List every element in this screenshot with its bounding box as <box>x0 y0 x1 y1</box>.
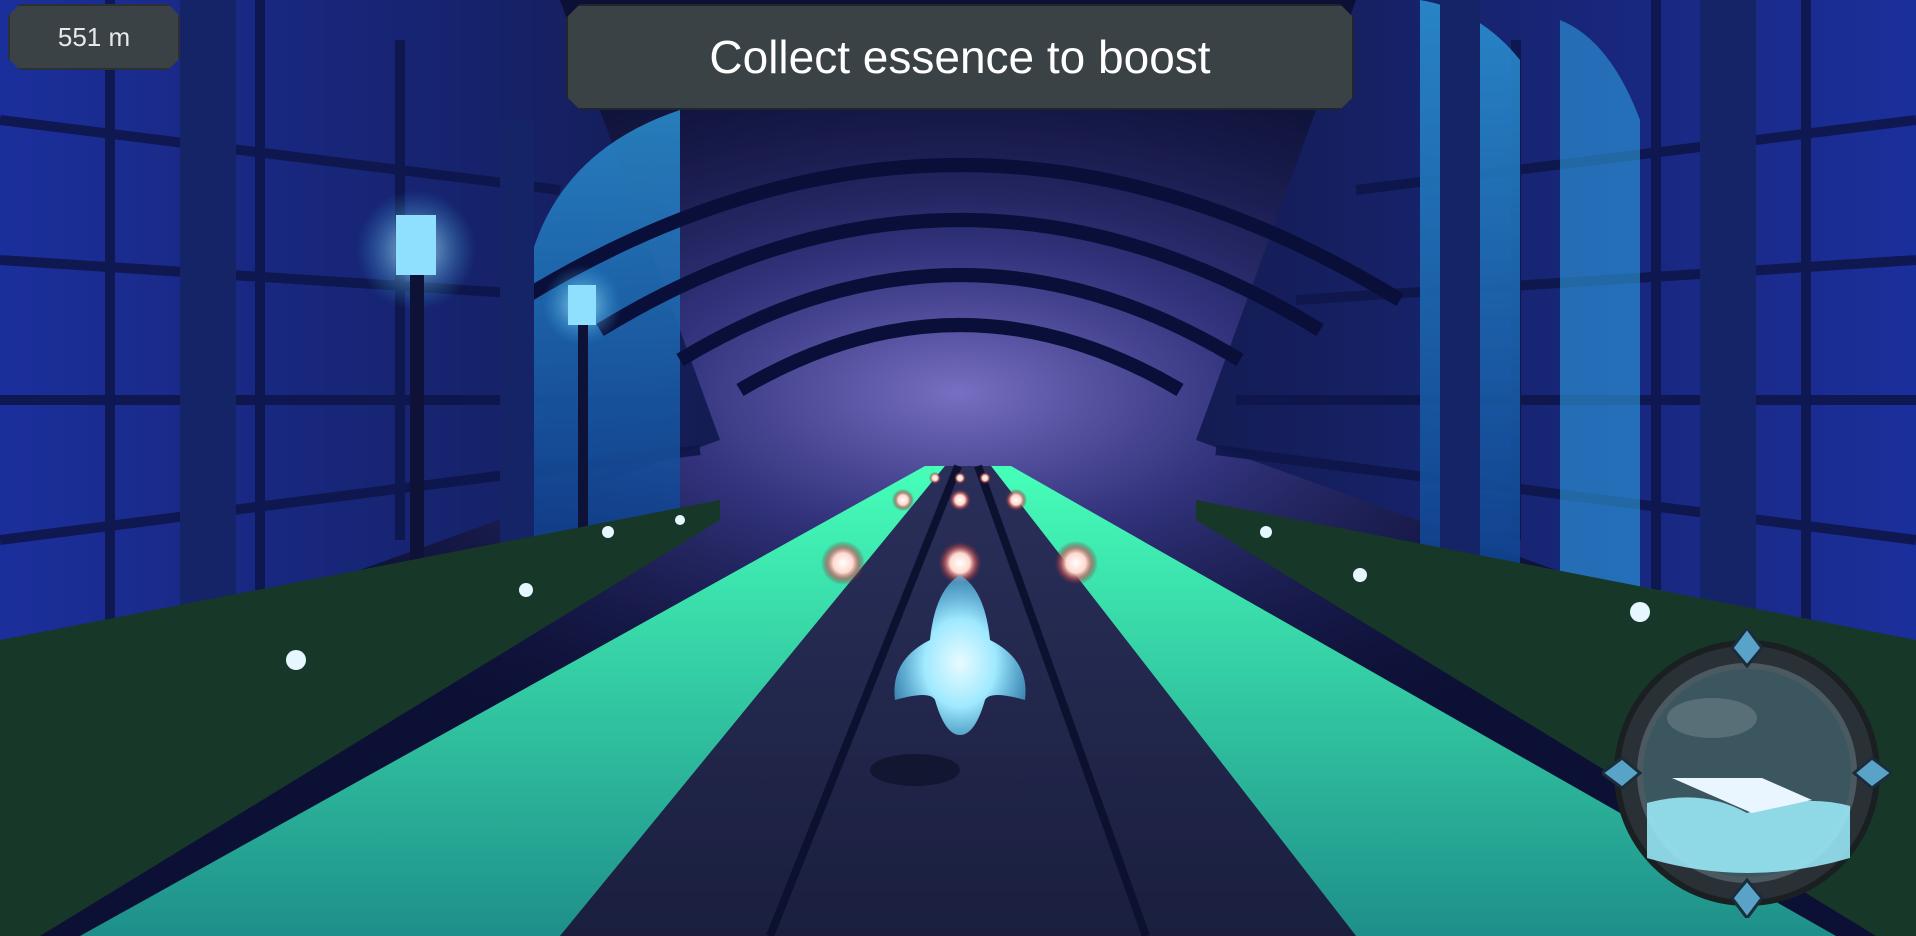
hint-banner: Collect essence to boost <box>566 4 1354 110</box>
hint-text: Collect essence to boost <box>709 31 1211 83</box>
distance-value: 551 m <box>57 21 131 52</box>
crystal-ball-radar-icon <box>1602 628 1892 918</box>
distance-counter: 551 m <box>8 4 180 70</box>
